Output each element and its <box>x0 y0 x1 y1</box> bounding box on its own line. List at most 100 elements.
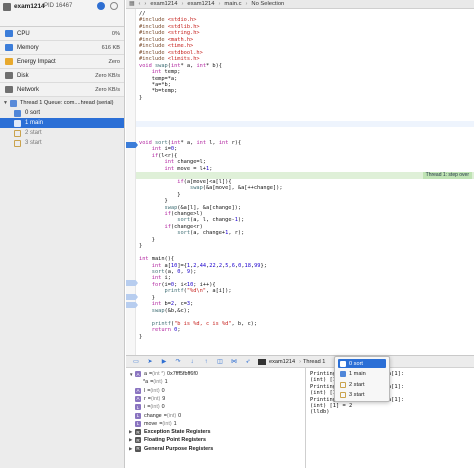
code-line[interactable]: int change=l; <box>139 159 206 165</box>
breadcrumb-file[interactable]: main.c <box>224 1 241 7</box>
variable-row[interactable]: Li = (int) 0 <box>129 403 165 411</box>
code-line[interactable]: #include <stdbool.h> <box>139 50 203 56</box>
breakpoint-disabled-icon[interactable] <box>126 294 138 300</box>
variable-row[interactable]: ▶ R General Purpose Registers <box>129 445 215 453</box>
stack-frame-2[interactable]: 2 start <box>0 128 124 138</box>
frame-menu-item[interactable]: 3 start <box>338 391 386 400</box>
code-line[interactable]: printf("b is %d, c is %d", b, c); <box>139 321 257 327</box>
view-hierarchy-icon[interactable]: ◫ <box>216 358 224 366</box>
variable-row[interactable]: Lmove = (int) 1 <box>129 420 177 428</box>
breakpoints-toggle-icon[interactable]: ➤ <box>146 358 154 366</box>
code-line[interactable]: #include <time.h> <box>139 43 193 49</box>
code-line[interactable]: } <box>139 237 155 243</box>
code-line[interactable]: if(change>l) <box>139 211 203 217</box>
step-into-icon[interactable]: ↓ <box>188 358 196 366</box>
code-line[interactable]: if(l<r){ <box>139 153 178 159</box>
code-line[interactable]: int i=0; <box>139 146 178 152</box>
breakpoint-disabled-icon[interactable] <box>126 280 138 286</box>
code-line[interactable]: int temp; <box>139 69 181 75</box>
code-line[interactable]: #include <limits.h> <box>139 56 200 62</box>
gauge-network[interactable]: Network Zero KB/s <box>0 83 124 97</box>
code-line[interactable]: int move = l+1; <box>139 166 213 172</box>
code-line[interactable]: void sort(int* a, int l, int r){ <box>139 140 241 146</box>
code-line[interactable]: int b=2, c=3; <box>139 301 194 307</box>
code-line[interactable]: swap(&a[move], &a[++change]); <box>139 185 283 191</box>
source-editor[interactable]: //#include <stdio.h> #include <stdlib.h> #… <box>126 9 474 355</box>
lldb-console[interactable]: Printing description of a[1]:(int) [1] =… <box>307 368 474 468</box>
disclosure-icon[interactable]: ▶ <box>129 446 134 452</box>
code-line[interactable]: } <box>139 334 142 340</box>
code-line[interactable]: sort(a, l, change-1); <box>139 217 244 223</box>
continue-icon[interactable]: ▶ <box>160 358 168 366</box>
variable-row[interactable]: ▶ R Exception State Registers <box>129 428 213 436</box>
variable-row[interactable]: ▼ Aa = (int *) 0x7fff5fbff6f0 <box>129 370 198 378</box>
disclosure-icon[interactable]: ▶ <box>129 437 134 443</box>
code-line[interactable]: #include <stdlib.h> <box>139 24 200 30</box>
variable-row[interactable]: ▶ R Floating Point Registers <box>129 436 208 444</box>
disclosure-icon[interactable]: ▼ <box>129 372 134 377</box>
code-line[interactable]: printf("%d\n", a[i]); <box>139 288 232 294</box>
code-line[interactable]: #include <math.h> <box>139 37 193 43</box>
gauge-memory[interactable]: Memory 616 KB <box>0 41 124 55</box>
breakpoint-icon[interactable] <box>126 142 138 148</box>
hide-debug-area-icon[interactable]: ▭ <box>132 358 140 366</box>
code-line[interactable]: swap(&a[l], &a[change]); <box>139 205 242 211</box>
memory-graph-icon[interactable]: ⋈ <box>230 358 238 366</box>
code-line[interactable]: if(change<r) <box>139 224 203 230</box>
variable-row[interactable]: *a = (int) 1 <box>137 378 168 386</box>
breadcrumb-folder[interactable]: exam1214 <box>187 1 214 7</box>
gauge-energy[interactable]: Energy Impact Zero <box>0 55 124 69</box>
code-line[interactable]: int a[10]={1,2,44,22,2,5,6,0,18,99}; <box>139 263 267 269</box>
variable-row[interactable]: Lchange = (int) 0 <box>129 412 181 420</box>
code-line[interactable]: int main(){ <box>139 256 174 262</box>
frame-popup-menu[interactable]: 0 sort 1 main 2 start 3 start <box>334 356 390 402</box>
code-line[interactable]: temp=*a; <box>139 76 178 82</box>
code-line[interactable]: for(i=0; i<10; i++){ <box>139 282 216 288</box>
grid-icon[interactable]: ▦ <box>129 1 134 7</box>
stack-frame-3[interactable]: 3 start <box>0 138 124 148</box>
code-line[interactable]: } <box>139 95 142 101</box>
code-line[interactable]: } <box>139 295 155 301</box>
code-line[interactable]: if(a[move]<a[l]){ <box>139 179 231 185</box>
variables-view[interactable]: ▼ Aa = (int *) 0x7fff5fbff6f0 *a = (int) 1 Al = … <box>126 368 306 468</box>
gauge-disk[interactable]: Disk Zero KB/s <box>0 69 124 83</box>
code-line[interactable]: sort(a, 0, 9); <box>139 269 197 275</box>
code-line[interactable]: *a=*b; <box>139 82 171 88</box>
disclosure-icon[interactable]: ▶ <box>129 429 134 435</box>
breadcrumb-selection[interactable]: No Selection <box>251 1 284 7</box>
code-line[interactable]: void swap(int* a, int* b){ <box>139 63 222 69</box>
clock-icon[interactable] <box>110 2 118 10</box>
code-line[interactable]: return 0; <box>139 327 181 333</box>
breadcrumb-project[interactable]: exam1214 <box>150 1 177 7</box>
frame-menu-item[interactable]: 1 main <box>338 370 386 379</box>
debug-process[interactable]: exam1214 <box>269 359 295 365</box>
step-over-icon[interactable]: ↷ <box>174 358 182 366</box>
step-out-icon[interactable]: ↑ <box>202 358 210 366</box>
thread-row[interactable]: ▼ Thread 1 Queue: com....hread (serial) <box>0 98 124 108</box>
code-line[interactable]: #include <string.h> <box>139 30 200 36</box>
frame-menu-item[interactable]: 2 start <box>338 380 386 389</box>
process-header[interactable]: exam1214 PID 16467 <box>0 0 124 27</box>
code-line[interactable]: swap(&b,&c); <box>139 308 190 314</box>
stack-frame-0[interactable]: 0 sort <box>0 108 124 118</box>
code-line[interactable]: } <box>139 243 142 249</box>
simulate-location-icon[interactable]: ➶ <box>244 358 252 366</box>
back-arrow-icon[interactable]: ‹ <box>138 1 140 7</box>
code-line[interactable]: // <box>139 11 145 17</box>
code-line[interactable]: #include <stdio.h> <box>139 17 196 23</box>
code-line[interactable]: *b=temp; <box>139 88 178 94</box>
cpu-icon <box>5 30 13 37</box>
frame-menu-item[interactable]: 0 sort <box>338 359 386 368</box>
code-line[interactable]: int i; <box>139 275 171 281</box>
forward-arrow-icon[interactable]: › <box>144 1 146 7</box>
code-line[interactable]: } <box>139 198 168 204</box>
code-line[interactable]: sort(a, change+1, r); <box>139 230 244 236</box>
variable-row[interactable]: Ar = (int) 9 <box>129 395 165 403</box>
debug-thread[interactable]: Thread 1 <box>303 359 325 365</box>
stack-frame-1[interactable]: 1 main <box>0 118 124 128</box>
breakpoint-disabled-icon[interactable] <box>126 302 138 308</box>
code-line[interactable]: } <box>139 192 180 198</box>
gauge-toggle-icon[interactable] <box>97 2 105 10</box>
gauge-cpu[interactable]: CPU 0% <box>0 27 124 41</box>
variable-row[interactable]: Al = (int) 0 <box>129 387 165 395</box>
